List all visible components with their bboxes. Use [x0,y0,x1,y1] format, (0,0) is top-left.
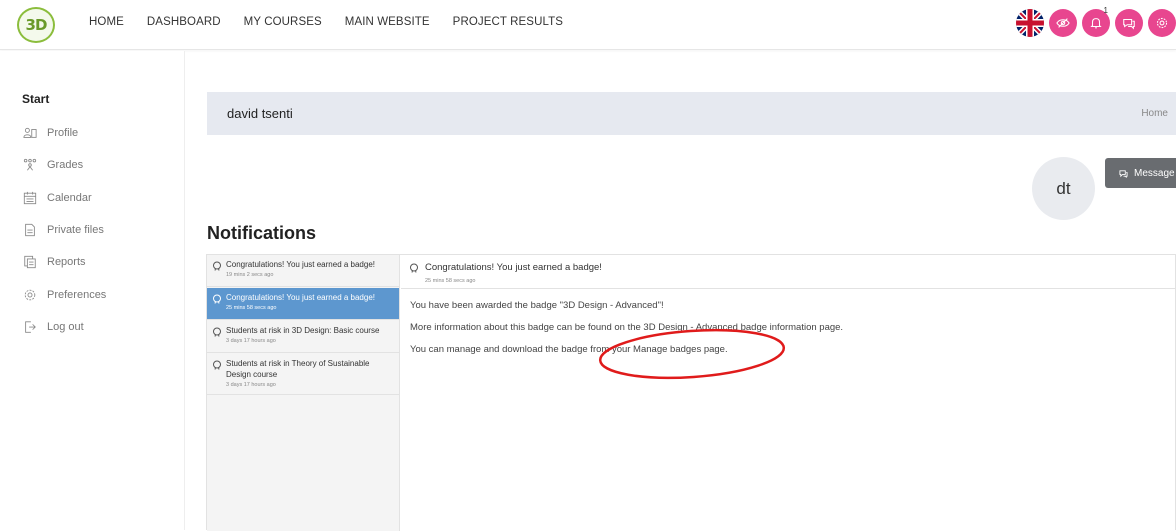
sidebar-item-logout[interactable]: Log out [22,319,84,335]
avatar: dt [1032,157,1095,220]
preferences-icon [22,287,38,303]
user-fullname: david tsenti [227,106,293,121]
visibility-icon[interactable] [1049,9,1077,37]
message-button[interactable]: Message [1105,158,1176,188]
notification-list: Congratulations! You just earned a badge… [207,255,400,531]
sidebar: Start Profile Grades Calendar Private fi… [0,51,185,530]
badge-icon [213,294,221,304]
alert-icon [213,327,221,337]
site-logo[interactable]: 3D [17,7,55,43]
messages-icon[interactable] [1115,9,1143,37]
profile-icon [22,125,38,141]
nav-home[interactable]: HOME [89,16,124,28]
nav-project-results[interactable]: PROJECT RESULTS [453,16,563,28]
nav-my-courses[interactable]: MY COURSES [244,16,322,28]
grades-icon [22,157,38,173]
top-icons: 1 [1016,6,1176,37]
notification-item[interactable]: Congratulations! You just earned a badge… [207,255,399,287]
sidebar-item-calendar[interactable]: Calendar [22,190,92,206]
main-nav: HOME DASHBOARD MY COURSES MAIN WEBSITE P… [89,16,586,28]
notification-detail-time: 25 mins 58 secs ago [425,278,476,284]
logout-icon [22,319,38,335]
alert-icon [213,360,221,370]
notification-panel: Congratulations! You just earned a badge… [206,254,1176,531]
page-header: david tsenti Home [207,92,1176,135]
page-title: Notifications [207,223,317,243]
sidebar-item-reports[interactable]: Reports [22,254,86,270]
breadcrumb-home[interactable]: Home [1141,108,1168,119]
badge-icon [213,261,221,271]
notification-item-selected[interactable]: Congratulations! You just earned a badge… [207,288,399,320]
notification-item[interactable]: Students at risk in 3D Design: Basic cou… [207,321,399,353]
calendar-icon [22,190,38,206]
sidebar-item-private-files[interactable]: Private files [22,222,104,238]
detail-line-3[interactable]: You can manage and download the badge fr… [410,344,728,355]
notification-count: 1 [1103,6,1108,15]
nav-main-website[interactable]: MAIN WEBSITE [345,16,430,28]
nav-dashboard[interactable]: DASHBOARD [147,16,221,28]
sidebar-item-preferences[interactable]: Preferences [22,287,106,303]
settings-icon[interactable] [1148,9,1176,37]
detail-line-2[interactable]: More information about this badge can be… [410,322,843,333]
sidebar-item-profile[interactable]: Profile [22,125,78,141]
sidebar-title: Start [22,92,50,106]
notifications-icon[interactable]: 1 [1082,6,1110,37]
reports-icon [22,254,38,270]
uk-flag-icon[interactable] [1016,9,1044,37]
notification-detail-header: Congratulations! You just earned a badge… [401,255,1176,289]
detail-line-1: You have been awarded the badge "3D Desi… [410,300,664,311]
notification-detail-title: Congratulations! You just earned a badge… [425,262,602,273]
private-files-icon [22,222,38,238]
notification-item[interactable]: Students at risk in Theory of Sustainabl… [207,354,399,395]
notification-detail: Congratulations! You just earned a badge… [401,255,1176,531]
sidebar-item-grades[interactable]: Grades [22,157,83,173]
badge-icon [410,263,418,273]
message-icon [1119,169,1128,178]
top-navbar: 3D HOME DASHBOARD MY COURSES MAIN WEBSIT… [0,0,1176,50]
